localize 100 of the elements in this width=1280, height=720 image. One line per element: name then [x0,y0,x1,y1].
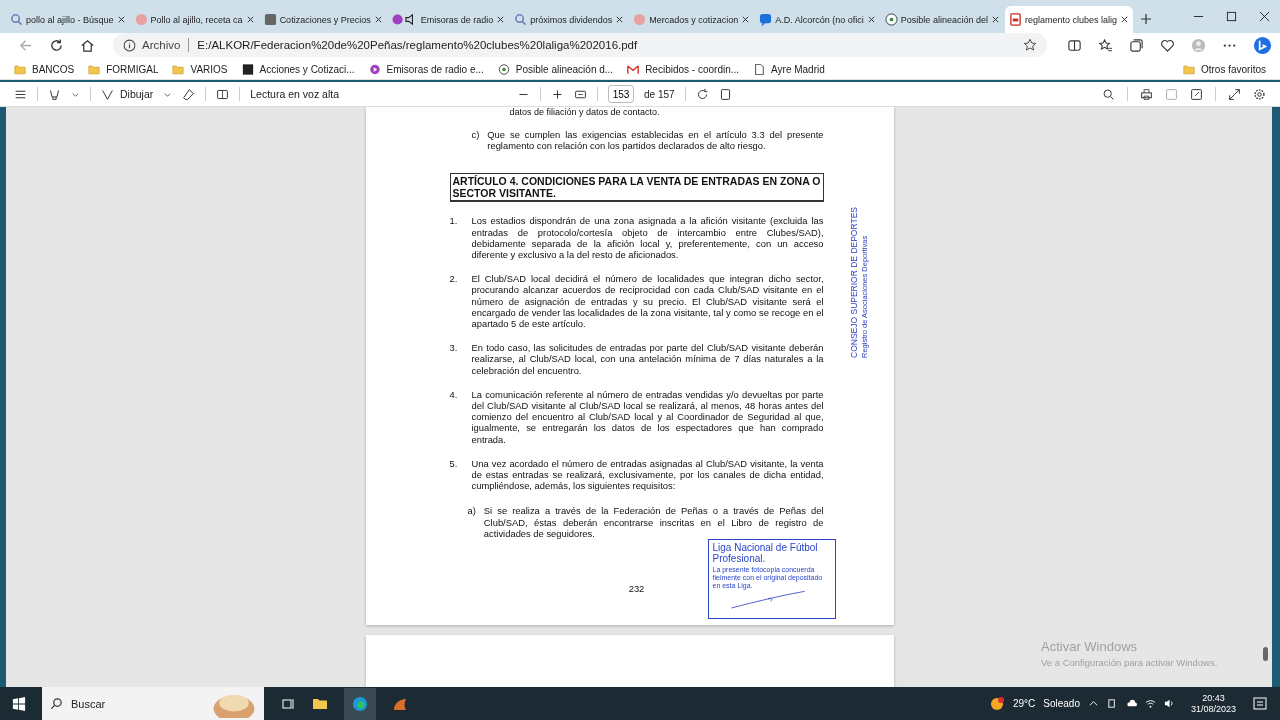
folder-icon [14,63,26,75]
address-bar[interactable]: Archivo E:/ALKOR/Federacion%20de%20Peñas/reglamento%20clubes%20laliga%202016.pdf [113,33,1047,57]
maximize-icon[interactable] [1226,11,1237,22]
activation-title: Activar Windows [1041,639,1139,654]
site-icon [633,13,647,26]
temperature: 29°C [1012,698,1036,709]
close-icon[interactable] [496,15,506,24]
book-icon[interactable] [216,87,230,101]
folder-icon [1182,63,1195,75]
meet-icon[interactable] [1106,698,1118,709]
bookmark-item[interactable]: Posible alineación d... [497,63,614,75]
list-marker: c) [471,129,480,142]
close-icon[interactable] [116,15,126,24]
browser-tab[interactable]: reglamento clubes lalig [1004,6,1133,33]
fullscreen-icon[interactable] [1228,87,1241,101]
bookmark-item[interactable]: FORMIGAL [88,63,159,75]
save-as-icon[interactable] [1190,87,1203,101]
list-number: 4. [449,388,459,402]
paragraph: Que se cumplen las exigencias establecidas en el artículo 3.3 del presente reglamento con relación con los partidos declarados de alto riesgo. [487,129,824,152]
wifi-icon[interactable] [1144,698,1156,709]
heart-icon[interactable] [1160,37,1175,53]
browser-tab[interactable]: Emisoras de radio [387,6,510,33]
site-icon [263,13,277,26]
list-number: 1. [449,215,459,229]
draw-button[interactable]: Dibujar [101,87,154,101]
bookmark-item[interactable]: Recibidos - coordin... [627,63,740,75]
stamp-title: CONSEJO SUPERIOR DE DEPORTES [849,207,859,358]
bookmark-item[interactable]: Emisoras de radio e... [368,63,484,75]
site-icon [134,13,148,26]
close-icon[interactable] [1259,11,1270,22]
info-icon [123,38,136,52]
browser-tab[interactable]: A.D. Alcorcón (no ofici [755,6,880,33]
browser-tab[interactable]: Posible alineación del [880,6,1004,33]
page-number: 232 [628,583,645,595]
page-view-icon[interactable] [718,87,732,101]
close-icon[interactable] [1120,15,1129,24]
split-screen-icon[interactable] [1067,37,1082,53]
settings-icon[interactable] [1253,87,1266,101]
browser-tab[interactable]: Mercados y cotizacion [629,6,755,33]
close-icon[interactable] [866,15,876,24]
scheme-label: Archivo [142,39,181,51]
list-number: 2. [449,273,459,287]
site-icon [241,63,254,75]
ball-icon [884,13,898,26]
search-icon [10,13,23,26]
browser-tab[interactable]: Pollo al ajillo, receta ca [130,6,259,33]
zoom-in-icon[interactable] [551,87,564,101]
list-number: 3. [449,342,459,356]
read-aloud-button[interactable]: Lectura en voz alta [250,88,339,100]
cloud-icon[interactable] [1125,698,1137,709]
clock-time: 20:43 [1202,692,1225,704]
browser-tab[interactable]: pollo al ajillo - Búsque [6,6,130,33]
close-icon[interactable] [615,15,625,24]
refresh-icon[interactable] [49,37,64,53]
windows-start-icon[interactable] [12,696,26,711]
browser-tab[interactable]: próximos dividendos [510,6,629,33]
rotate-icon[interactable] [695,87,709,101]
star-icon[interactable] [1023,38,1037,52]
home-icon[interactable] [80,37,95,53]
chat-icon [759,13,773,26]
close-icon[interactable] [990,15,1000,24]
sun-icon [988,695,1005,712]
page-number-field[interactable]: 153 [608,85,634,103]
browser-icon[interactable] [352,695,368,712]
weather-text: Soleado [1043,698,1080,709]
url-text: E:/ALKOR/Federacion%20de%20Peñas/reglamento%20clubes%20laliga%202016.pdf [197,39,639,51]
speaker-icon[interactable] [1163,698,1175,709]
paragraph: En todo caso, las solicitudes de entradas por parte del Club/SAD visitante deberán realizarse, al Club/SAD local, con una antelación mínima de 7 días naturales a la celebración del encuentro. [471,342,824,376]
folder-icon [88,63,101,75]
bookmark-item[interactable]: VARIOS [172,63,228,75]
close-icon[interactable] [373,15,383,24]
collections-icon[interactable] [1129,37,1144,53]
page-total: de 157 [644,88,675,100]
notifications-icon[interactable] [1252,695,1268,712]
cut-off-text: datos de filiación y datos de contacto. [509,107,661,117]
paragraph: Los estadios dispondrán de una zona asignada a la afición visitante (excluida las entradas de protocolo/cortesía objeto de intercambio entre Clubes/SAD), debidamente separada de la afición local y, preferentemente, con un acceso diferente y exclusivo a la del resto de aficionados. [471,215,824,261]
copilot-icon[interactable] [1253,35,1272,55]
paragraph: La comunicación referente al número de entradas vendidas y/o devueltas por parte del Club/SAD visitante al Club/SAD local se realizará, al menos, 48 horas antes del comienzo del encuentro al Club/SAD local y al Coordinador de Seguridad al que, igualmente, se entregarán los datos de los espectadores que han comprado entrada. [471,388,824,445]
bookmark-item[interactable]: Otros favoritos [1182,63,1266,75]
print-icon[interactable] [1140,87,1153,101]
paragraph: El Club/SAD local decidirá el número de localidades que integran dicho sector, procurando alcanzar acuerdos de reciprocidad con cada Club/SAD visitante en el número de asignación de entradas y su precio. El Club/SAD visitante será el encargado de vender las localidades de la zona visitante, tal y como se recoge en el apartado 5 de este artículo. [471,273,824,330]
activation-subtitle: Ve a Configuración para activar Windows. [1041,657,1218,668]
favorites-icon[interactable] [1098,37,1113,53]
new-tab-icon[interactable] [1140,13,1152,25]
bookmark-item[interactable]: Acciones y Cotizaci... [241,63,355,75]
article-heading: ARTÍCULO 4. CONDICIONES PARA LA VENTA DE ENTRADAS EN ZONA O SECTOR VISITANTE. [449,173,824,203]
close-icon[interactable] [245,15,255,24]
search-icon [50,697,63,710]
paragraph: Una vez acordado el número de entradas asignadas al Club/SAD visitante, la venta de estas entradas se realizará, exclusivamente, por los canales de dicha entidad, cumpliéndose, además, los siguientes requisitos: [471,457,824,492]
pdf-icon [1008,13,1022,26]
chevron-up-icon[interactable] [1087,698,1099,709]
taskbar-search-field[interactable]: Buscar [42,687,264,720]
bookmark-item[interactable]: Ayre Madrid [753,63,825,75]
close-icon[interactable] [741,15,751,24]
eraser-icon[interactable] [182,87,196,101]
search-icon[interactable] [1102,87,1115,101]
pen-icon [101,87,114,101]
highlighter-icon[interactable] [48,87,61,101]
bookmark-item[interactable]: BANCOS [14,63,75,75]
browser-tab[interactable]: Cotizaciones y Precios [259,6,387,33]
